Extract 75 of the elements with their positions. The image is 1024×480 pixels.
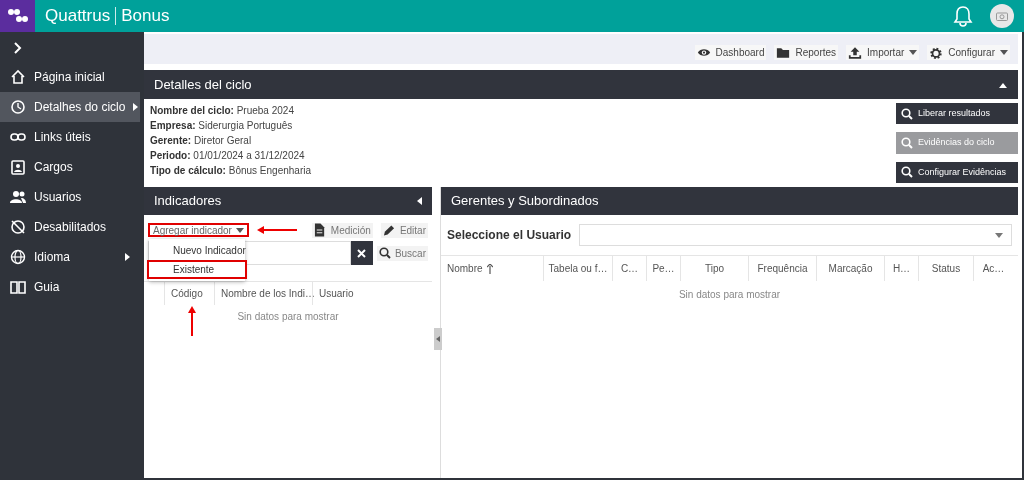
sidebar-item[interactable]: Links úteis bbox=[0, 122, 140, 152]
menu-item[interactable]: Nuevo Indicador bbox=[149, 241, 245, 260]
toolbar-button[interactable]: Importar bbox=[846, 45, 920, 60]
detail-line: Gerente: Diretor Geral bbox=[150, 134, 253, 148]
column-header[interactable]: Status bbox=[918, 256, 973, 281]
logo-icon bbox=[0, 0, 35, 32]
column-header[interactable]: Usuario bbox=[312, 282, 412, 305]
column-header[interactable]: Nombre de los Indi… bbox=[214, 282, 312, 305]
sidebar-item[interactable]: Página inicial bbox=[0, 62, 140, 92]
sidebar-item[interactable]: Usuarios bbox=[0, 182, 140, 212]
collapse-icon[interactable] bbox=[998, 81, 1008, 88]
disabled-icon bbox=[10, 219, 26, 235]
product-name: Bonus bbox=[121, 5, 170, 28]
expand-icon[interactable] bbox=[13, 41, 23, 55]
badge-icon bbox=[10, 159, 26, 175]
toolbar-button[interactable]: Reportes bbox=[774, 45, 839, 60]
column-header[interactable]: Ac… bbox=[973, 256, 1013, 281]
search-icon bbox=[901, 107, 913, 120]
collapse-icon[interactable] bbox=[417, 197, 422, 205]
home-icon bbox=[10, 69, 26, 85]
action-button[interactable]: Liberar resultados bbox=[896, 103, 1018, 125]
column-header[interactable]: Nombre bbox=[441, 256, 543, 281]
sidebar-item[interactable]: Guia bbox=[0, 272, 140, 302]
clear-button[interactable] bbox=[350, 241, 373, 265]
book-icon bbox=[10, 279, 26, 295]
column-header[interactable]: Frequência bbox=[748, 256, 816, 281]
column-header[interactable]: Código bbox=[164, 282, 214, 305]
panel-title: Detalles del ciclo bbox=[154, 75, 252, 94]
annotation-arrow bbox=[256, 226, 297, 234]
panel-title: Gerentes y Subordinados bbox=[451, 192, 599, 211]
bell-icon[interactable] bbox=[952, 5, 974, 27]
column-header[interactable]: Pe… bbox=[646, 256, 680, 281]
search-button[interactable]: Buscar bbox=[376, 245, 428, 261]
action-button[interactable]: Configurar Evidências bbox=[896, 161, 1018, 183]
toolbar-button[interactable]: Medición bbox=[311, 222, 373, 238]
toolbar-button[interactable]: Editar bbox=[380, 222, 428, 238]
menu-item[interactable]: Existente bbox=[147, 260, 247, 279]
sidebar-item[interactable]: Idioma bbox=[0, 242, 140, 272]
cycle-icon bbox=[10, 99, 26, 115]
empty-message: Sin datos para mostrar bbox=[236, 310, 340, 324]
sidebar-item[interactable]: Cargos bbox=[0, 152, 140, 182]
annotation-arrow bbox=[188, 306, 196, 336]
caret-icon bbox=[995, 232, 1003, 238]
detail-line: Empresa: Siderurgia Português bbox=[150, 119, 294, 133]
column-header[interactable]: C… bbox=[612, 256, 646, 281]
column-header[interactable]: Tipo bbox=[680, 256, 748, 281]
panel-title: Indicadores bbox=[154, 192, 222, 211]
field-label: Seleccione el Usuario bbox=[447, 227, 572, 244]
globe-icon bbox=[10, 249, 26, 265]
detail-line: Nombre del ciclo: Prueba 2024 bbox=[150, 104, 295, 118]
settings-icon bbox=[929, 45, 944, 60]
users-icon bbox=[10, 189, 26, 205]
search-icon bbox=[901, 137, 913, 149]
column-header[interactable]: Tabela ou f… bbox=[543, 256, 612, 281]
pencil-icon bbox=[382, 223, 395, 237]
folder-icon bbox=[776, 45, 791, 60]
splitter-handle[interactable] bbox=[434, 328, 442, 350]
caret-icon bbox=[235, 227, 244, 233]
close-icon bbox=[357, 248, 367, 258]
detail-line: Periodo: 01/01/2024 a 31/12/2024 bbox=[150, 149, 306, 163]
sidebar-item[interactable]: Detalhes do ciclo bbox=[0, 92, 140, 122]
document-icon bbox=[313, 223, 326, 237]
sidebar-item[interactable]: Desabilitados bbox=[0, 212, 140, 242]
upload-icon bbox=[848, 45, 863, 60]
avatar[interactable] bbox=[990, 4, 1014, 28]
column-header[interactable]: Marcação bbox=[816, 256, 884, 281]
search-icon bbox=[378, 247, 391, 259]
empty-message: Sin datos para mostrar bbox=[677, 288, 782, 302]
toolbar-button[interactable]: Dashboard bbox=[694, 45, 767, 60]
column-header[interactable]: H… bbox=[884, 256, 918, 281]
app-name: Quattrus bbox=[45, 5, 111, 28]
toolbar-button[interactable]: Configurar bbox=[927, 45, 1010, 60]
detail-line: Tipo de cálculo: Bônus Engenharia bbox=[150, 164, 311, 178]
search-icon bbox=[901, 166, 913, 179]
add-indicator-dropdown[interactable]: Agregar indicador bbox=[148, 223, 249, 237]
